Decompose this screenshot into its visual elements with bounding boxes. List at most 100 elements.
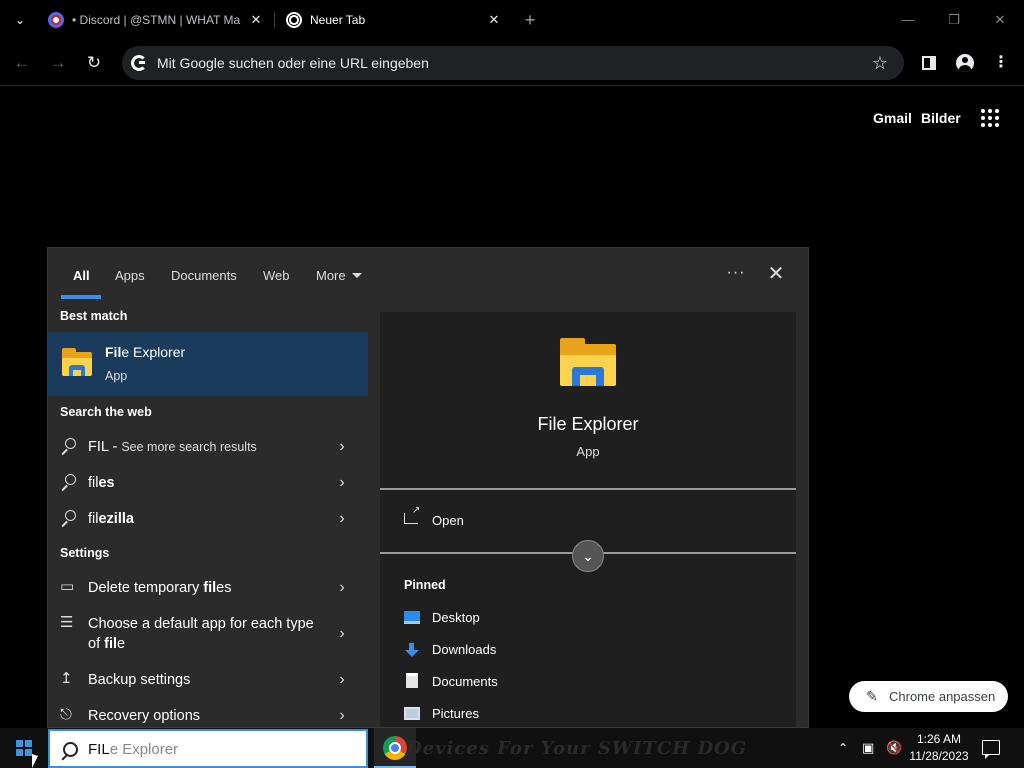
tab-search-chevron-icon[interactable]: ⌄	[8, 10, 32, 30]
tab-all[interactable]: All	[73, 266, 90, 286]
open-label: Open	[432, 513, 464, 528]
forward-arrow-icon[interactable]: →	[47, 52, 69, 74]
kebab-menu-icon[interactable]: ⋮	[990, 52, 1012, 74]
open-action[interactable]: Open	[404, 505, 704, 531]
new-tab-plus-icon[interactable]: +	[520, 10, 540, 30]
search-icon	[60, 510, 76, 526]
pinned-documents[interactable]: Documents	[404, 672, 704, 692]
clock-time: 1:26 AM	[916, 732, 962, 746]
close-search-icon[interactable]: ✕	[765, 263, 787, 285]
search-icon	[60, 742, 78, 760]
web-result-files[interactable]: files ›	[48, 472, 368, 496]
desktop-icon	[404, 611, 420, 624]
clock[interactable]: 1:26 AM 11/28/2023	[900, 731, 978, 765]
wallpaper-text: Devices For Your SWITCH DOG	[406, 738, 748, 759]
chevron-right-icon: ›	[339, 625, 345, 642]
omnibox[interactable]: ☆	[122, 46, 904, 80]
caret-down-icon	[351, 273, 362, 278]
tab-new-tab[interactable]: Neuer Tab ✕	[286, 6, 502, 34]
side-panel-icon[interactable]	[918, 52, 940, 74]
tab-close-icon[interactable]: ✕	[486, 12, 502, 28]
reload-icon[interactable]: ↻	[83, 52, 105, 74]
tab-title: • Discord | @STMN | WHAT Ma	[72, 13, 241, 27]
google-apps-grid-icon[interactable]	[980, 108, 1000, 128]
setting-backup[interactable]: ↥ Backup settings ›	[48, 668, 368, 692]
chevron-right-icon: ›	[339, 707, 345, 724]
web-result-text: FIL - See more search results	[88, 439, 257, 455]
file-explorer-large-icon	[560, 338, 616, 386]
setting-delete-temporary-files[interactable]: ▭ Delete temporary files ›	[48, 576, 368, 600]
tab-close-icon[interactable]: ✕	[248, 12, 264, 28]
windows-start-icon[interactable]	[16, 740, 32, 756]
best-match-title: File Explorer	[105, 344, 186, 360]
notification-center-icon[interactable]	[982, 740, 1000, 759]
chrome-favicon-icon	[286, 12, 302, 28]
search-icon	[60, 474, 76, 490]
discord-favicon-icon	[48, 12, 64, 28]
tray-overflow-chevron-icon[interactable]: ⌃	[838, 739, 848, 757]
open-external-icon	[404, 505, 420, 524]
web-result-see-more[interactable]: FIL - See more search results ›	[48, 436, 368, 460]
chevron-right-icon: ›	[339, 474, 345, 491]
recovery-icon: ⎋	[60, 706, 72, 723]
restore-icon[interactable]: ❐	[944, 10, 964, 30]
windows-search-panel: All Apps Documents Web More ··· ✕ Best m…	[47, 247, 809, 728]
section-best-match: Best match	[60, 309, 128, 323]
profile-icon[interactable]	[954, 52, 976, 74]
tab-documents[interactable]: Documents	[171, 266, 237, 286]
setting-text: Delete temporary files	[88, 580, 232, 596]
best-match-file-explorer[interactable]: File Explorer App	[48, 332, 368, 396]
file-explorer-icon	[62, 348, 92, 376]
pencil-icon: ✎	[866, 688, 878, 704]
tab-web[interactable]: Web	[263, 266, 290, 286]
results-list: Best match File Explorer App Search the …	[48, 300, 368, 727]
clock-date: 11/28/2023	[909, 749, 969, 763]
active-tab-indicator	[61, 295, 101, 299]
tab-more[interactable]: More	[316, 266, 362, 286]
web-result-text: files	[88, 475, 115, 491]
chevron-right-icon: ›	[339, 671, 345, 688]
search-query[interactable]: FILe Explorer	[88, 741, 178, 758]
tab-discord[interactable]: • Discord | @STMN | WHAT Ma ✕	[48, 6, 264, 34]
window-close-icon[interactable]: ✕	[990, 10, 1010, 30]
back-arrow-icon[interactable]: ←	[11, 52, 33, 74]
chevron-right-icon: ›	[339, 438, 345, 455]
best-match-type: App	[105, 369, 128, 383]
pinned-heading: Pinned	[404, 578, 446, 592]
images-link[interactable]: Bilder	[921, 110, 961, 126]
taskbar: FILe Explorer Devices For Your SWITCH DO…	[0, 728, 1024, 768]
storage-icon: ▭	[60, 578, 75, 595]
pinned-label: Downloads	[432, 642, 497, 657]
pinned-label: Documents	[432, 674, 498, 689]
setting-text: Recovery options	[88, 708, 201, 724]
address-input[interactable]	[157, 46, 857, 80]
tab-separator	[274, 12, 275, 28]
tab-apps[interactable]: Apps	[115, 266, 145, 286]
more-options-icon[interactable]: ···	[724, 264, 748, 284]
setting-recovery[interactable]: ⎋ Recovery options ›	[48, 704, 368, 727]
pinned-pictures[interactable]: Pictures	[404, 704, 704, 724]
pictures-icon	[404, 707, 420, 720]
expand-chevron-down-icon[interactable]: ⌄	[572, 540, 604, 572]
web-result-filezilla[interactable]: filezilla ›	[48, 508, 368, 532]
browser-toolbar: ← → ↻ ☆ ⋮	[0, 40, 1024, 86]
network-icon[interactable]: ▣	[862, 739, 874, 757]
tab-title: Neuer Tab	[310, 13, 366, 27]
mouse-cursor-icon	[32, 754, 38, 768]
tab-strip: ⌄ • Discord | @STMN | WHAT Ma ✕ Neuer Ta…	[0, 0, 1024, 40]
customize-chrome-button[interactable]: ✎ Chrome anpassen	[849, 681, 1008, 712]
search-filter-tabs: All Apps Documents Web More ··· ✕	[48, 248, 808, 300]
documents-icon	[406, 673, 418, 688]
pinned-desktop[interactable]: Desktop	[404, 608, 704, 628]
pinned-label: Pictures	[432, 706, 479, 721]
bookmark-star-icon[interactable]: ☆	[870, 53, 890, 73]
default-apps-icon: ☰	[60, 614, 74, 631]
detail-type: App	[576, 444, 600, 459]
minimize-icon[interactable]: —	[898, 10, 918, 30]
search-icon	[60, 438, 76, 454]
taskbar-search-box[interactable]: FILe Explorer	[48, 729, 368, 768]
setting-default-app[interactable]: ☰ Choose a default app for each type of …	[48, 612, 368, 656]
gmail-link[interactable]: Gmail	[873, 110, 912, 126]
pinned-downloads[interactable]: Downloads	[404, 640, 704, 660]
web-result-text: filezilla	[88, 511, 134, 527]
